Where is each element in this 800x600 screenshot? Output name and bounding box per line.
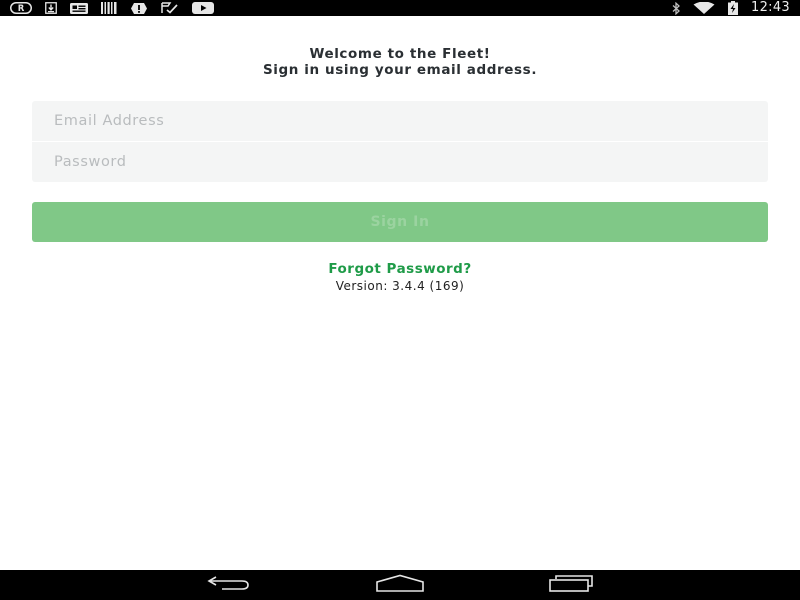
check-flag-icon — [161, 2, 179, 14]
youtube-icon — [192, 2, 214, 14]
status-clock: 12:43 — [751, 0, 790, 15]
forgot-password-link[interactable]: Forgot Password? — [0, 261, 800, 278]
home-button[interactable] — [360, 570, 440, 600]
welcome-line-2: Sign in using your email address. — [262, 62, 538, 78]
download-icon — [45, 2, 57, 14]
recents-button[interactable] — [532, 570, 612, 600]
recents-icon — [548, 574, 596, 596]
login-screen: R 12:43 Welcome to the Fleet! Sign in us… — [0, 0, 800, 600]
battery-charging-icon — [727, 1, 739, 15]
version-label: Version: 3.4.4 (169) — [335, 279, 465, 293]
news-icon — [70, 2, 88, 14]
welcome-line-1: Welcome to the Fleet! — [309, 46, 491, 62]
system-icons: 12:43 — [671, 0, 790, 16]
bluetooth-icon — [671, 1, 681, 15]
email-field[interactable] — [32, 101, 768, 141]
navigation-bar — [0, 570, 800, 600]
status-bar: R 12:43 — [0, 0, 800, 16]
barcode-icon — [101, 2, 117, 14]
sign-in-button[interactable]: Sign In — [32, 202, 768, 242]
home-icon — [375, 574, 425, 596]
wifi-icon — [693, 2, 715, 14]
back-icon — [206, 574, 252, 596]
password-field[interactable] — [32, 142, 768, 182]
alert-icon — [130, 2, 148, 15]
registered-icon: R — [10, 2, 32, 14]
back-button[interactable] — [189, 570, 269, 600]
svg-text:R: R — [18, 4, 25, 14]
notification-icons: R — [10, 0, 214, 16]
welcome-heading: Welcome to the Fleet! Sign in using your… — [0, 46, 800, 78]
credentials-card — [32, 101, 768, 182]
